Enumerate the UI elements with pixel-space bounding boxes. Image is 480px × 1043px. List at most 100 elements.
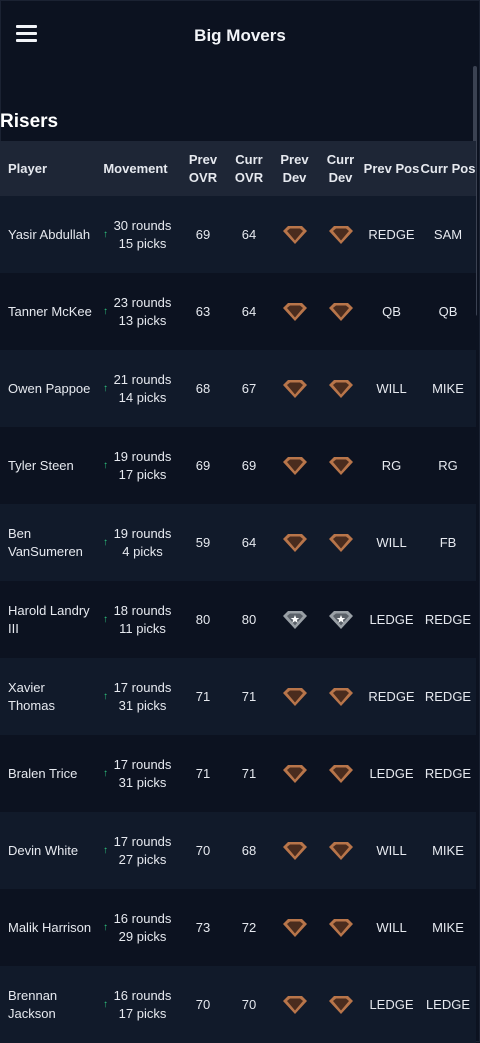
curr-dev-cell	[318, 454, 363, 478]
column-header-prev-pos[interactable]: Prev Pos	[363, 160, 420, 178]
player-name[interactable]: Ben VanSumeren	[0, 525, 92, 561]
movement-text: 17 rounds 27 picks	[113, 833, 172, 867]
curr-pos: FB	[439, 534, 457, 550]
curr-pos: MIKE	[432, 842, 464, 858]
movement-cell: ↑ 16 rounds 29 picks	[92, 910, 179, 946]
movement-text: 16 rounds 29 picks	[113, 910, 172, 944]
table-row[interactable]: Owen Pappoe ↑ 21 rounds 14 picks 68 67 WILL MI…	[0, 350, 476, 427]
table-row[interactable]: Xavier Thomas ↑ 17 rounds 31 picks 71 71 REDG…	[0, 658, 476, 735]
prev-ovr: 70	[195, 842, 211, 858]
curr-dev-cell	[318, 300, 363, 324]
column-header-curr-pos[interactable]: Curr Pos	[420, 160, 476, 178]
prev-dev-cell	[271, 377, 318, 401]
arrow-up-icon: ↑	[103, 998, 108, 1010]
movement-text: 17 rounds 31 picks	[113, 756, 172, 790]
arrow-up-icon: ↑	[103, 536, 108, 548]
arrow-up-icon: ↑	[103, 767, 108, 779]
table-row[interactable]: Devin White ↑ 17 rounds 27 picks 70 68 WILL MI…	[0, 812, 476, 889]
prev-pos: WILL	[376, 842, 407, 858]
player-name[interactable]: Harold Landry III	[0, 602, 92, 638]
arrow-up-icon: ↑	[103, 921, 108, 933]
movement-text: 30 rounds 15 picks	[113, 217, 172, 251]
column-header-player[interactable]: Player	[0, 160, 92, 178]
player-name[interactable]: Malik Harrison	[0, 919, 92, 937]
prev-pos: QB	[382, 303, 401, 319]
prev-dev-cell	[271, 839, 318, 863]
table-body: Yasir Abdullah ↑ 30 rounds 15 picks 69 64 RED…	[0, 196, 476, 1043]
column-header-movement[interactable]: Movement	[92, 160, 179, 178]
prev-ovr: 69	[195, 457, 211, 473]
player-name[interactable]: Brennan Jackson	[0, 987, 92, 1023]
movement-cell: ↑ 17 rounds 31 picks	[92, 756, 179, 792]
prev-dev-cell	[271, 762, 318, 786]
player-name[interactable]: Owen Pappoe	[0, 380, 92, 398]
curr-dev-cell	[318, 993, 363, 1017]
movement-text: 17 rounds 31 picks	[113, 679, 172, 713]
table-header-row: Player Movement Prev OVR Curr OVR Prev D…	[0, 141, 476, 196]
curr-ovr: 64	[241, 226, 257, 242]
curr-dev-cell	[318, 531, 363, 555]
arrow-up-icon: ↑	[103, 382, 108, 394]
table-row[interactable]: Brennan Jackson ↑ 16 rounds 17 picks 70 70 LE…	[0, 966, 476, 1043]
movement-cell: ↑ 30 rounds 15 picks	[92, 217, 179, 253]
movement-cell: ↑ 17 rounds 31 picks	[92, 679, 179, 715]
silver-star-dev-icon	[326, 610, 356, 629]
movement-cell: ↑ 23 rounds 13 picks	[92, 294, 179, 330]
player-name[interactable]: Tyler Steen	[0, 457, 92, 475]
arrow-up-icon: ↑	[103, 844, 108, 856]
curr-ovr: 68	[241, 842, 257, 858]
prev-ovr: 70	[195, 996, 211, 1012]
prev-ovr: 63	[195, 303, 211, 319]
movement-cell: ↑ 19 rounds 4 picks	[92, 525, 179, 561]
prev-dev-cell	[271, 531, 318, 555]
column-header-prev-ovr[interactable]: Prev OVR	[179, 151, 227, 187]
curr-dev-cell	[318, 377, 363, 401]
arrow-up-icon: ↑	[103, 459, 108, 471]
curr-dev-cell	[318, 916, 363, 940]
prev-dev-cell	[271, 916, 318, 940]
bronze-dev-icon	[280, 379, 310, 398]
curr-ovr: 71	[241, 765, 257, 781]
curr-ovr: 64	[241, 534, 257, 550]
table-row[interactable]: Ben VanSumeren ↑ 19 rounds 4 picks 59 64 WILL…	[0, 504, 476, 581]
bronze-dev-icon	[326, 379, 356, 398]
table-row[interactable]: Tyler Steen ↑ 19 rounds 17 picks 69 69 RG RG	[0, 427, 476, 504]
bronze-dev-icon	[326, 995, 356, 1014]
curr-ovr: 69	[241, 457, 257, 473]
bronze-dev-icon	[280, 533, 310, 552]
arrow-up-icon: ↑	[103, 690, 108, 702]
player-name[interactable]: Xavier Thomas	[0, 679, 92, 715]
table-row[interactable]: Harold Landry III ↑ 18 rounds 11 picks 80 80…	[0, 581, 476, 658]
prev-pos: REDGE	[368, 226, 415, 242]
curr-pos: RG	[438, 457, 458, 473]
column-header-prev-dev[interactable]: Prev Dev	[271, 151, 318, 187]
movement-text: 16 rounds 17 picks	[113, 987, 172, 1021]
curr-pos: REDGE	[424, 688, 472, 704]
curr-dev-cell	[318, 685, 363, 709]
table-row[interactable]: Tanner McKee ↑ 23 rounds 13 picks 63 64 QB QB	[0, 273, 476, 350]
player-name[interactable]: Tanner McKee	[0, 303, 92, 321]
player-name[interactable]: Bralen Trice	[0, 765, 92, 783]
prev-pos: LEDGE	[369, 765, 414, 781]
curr-dev-cell	[318, 762, 363, 786]
page-title: Big Movers	[194, 26, 286, 45]
curr-dev-cell	[318, 223, 363, 247]
table-row[interactable]: Malik Harrison ↑ 16 rounds 29 picks 73 72 WIL…	[0, 889, 476, 966]
bronze-dev-icon	[280, 918, 310, 937]
prev-pos: WILL	[376, 919, 407, 935]
bronze-dev-icon	[326, 456, 356, 475]
table-row[interactable]: Bralen Trice ↑ 17 rounds 31 picks 71 71 LEDGE…	[0, 735, 476, 812]
prev-pos: WILL	[376, 380, 407, 396]
player-name[interactable]: Yasir Abdullah	[0, 226, 92, 244]
prev-ovr: 59	[195, 534, 211, 550]
column-header-curr-dev[interactable]: Curr Dev	[318, 151, 363, 187]
arrow-up-icon: ↑	[103, 305, 108, 317]
movement-text: 23 rounds 13 picks	[113, 294, 172, 328]
movement-text: 18 rounds 11 picks	[113, 602, 172, 636]
bronze-dev-icon	[326, 918, 356, 937]
column-header-curr-ovr[interactable]: Curr OVR	[227, 151, 271, 187]
bronze-dev-icon	[280, 687, 310, 706]
player-name[interactable]: Devin White	[0, 842, 92, 860]
table-row[interactable]: Yasir Abdullah ↑ 30 rounds 15 picks 69 64 RED…	[0, 196, 476, 273]
movement-cell: ↑ 16 rounds 17 picks	[92, 987, 179, 1023]
